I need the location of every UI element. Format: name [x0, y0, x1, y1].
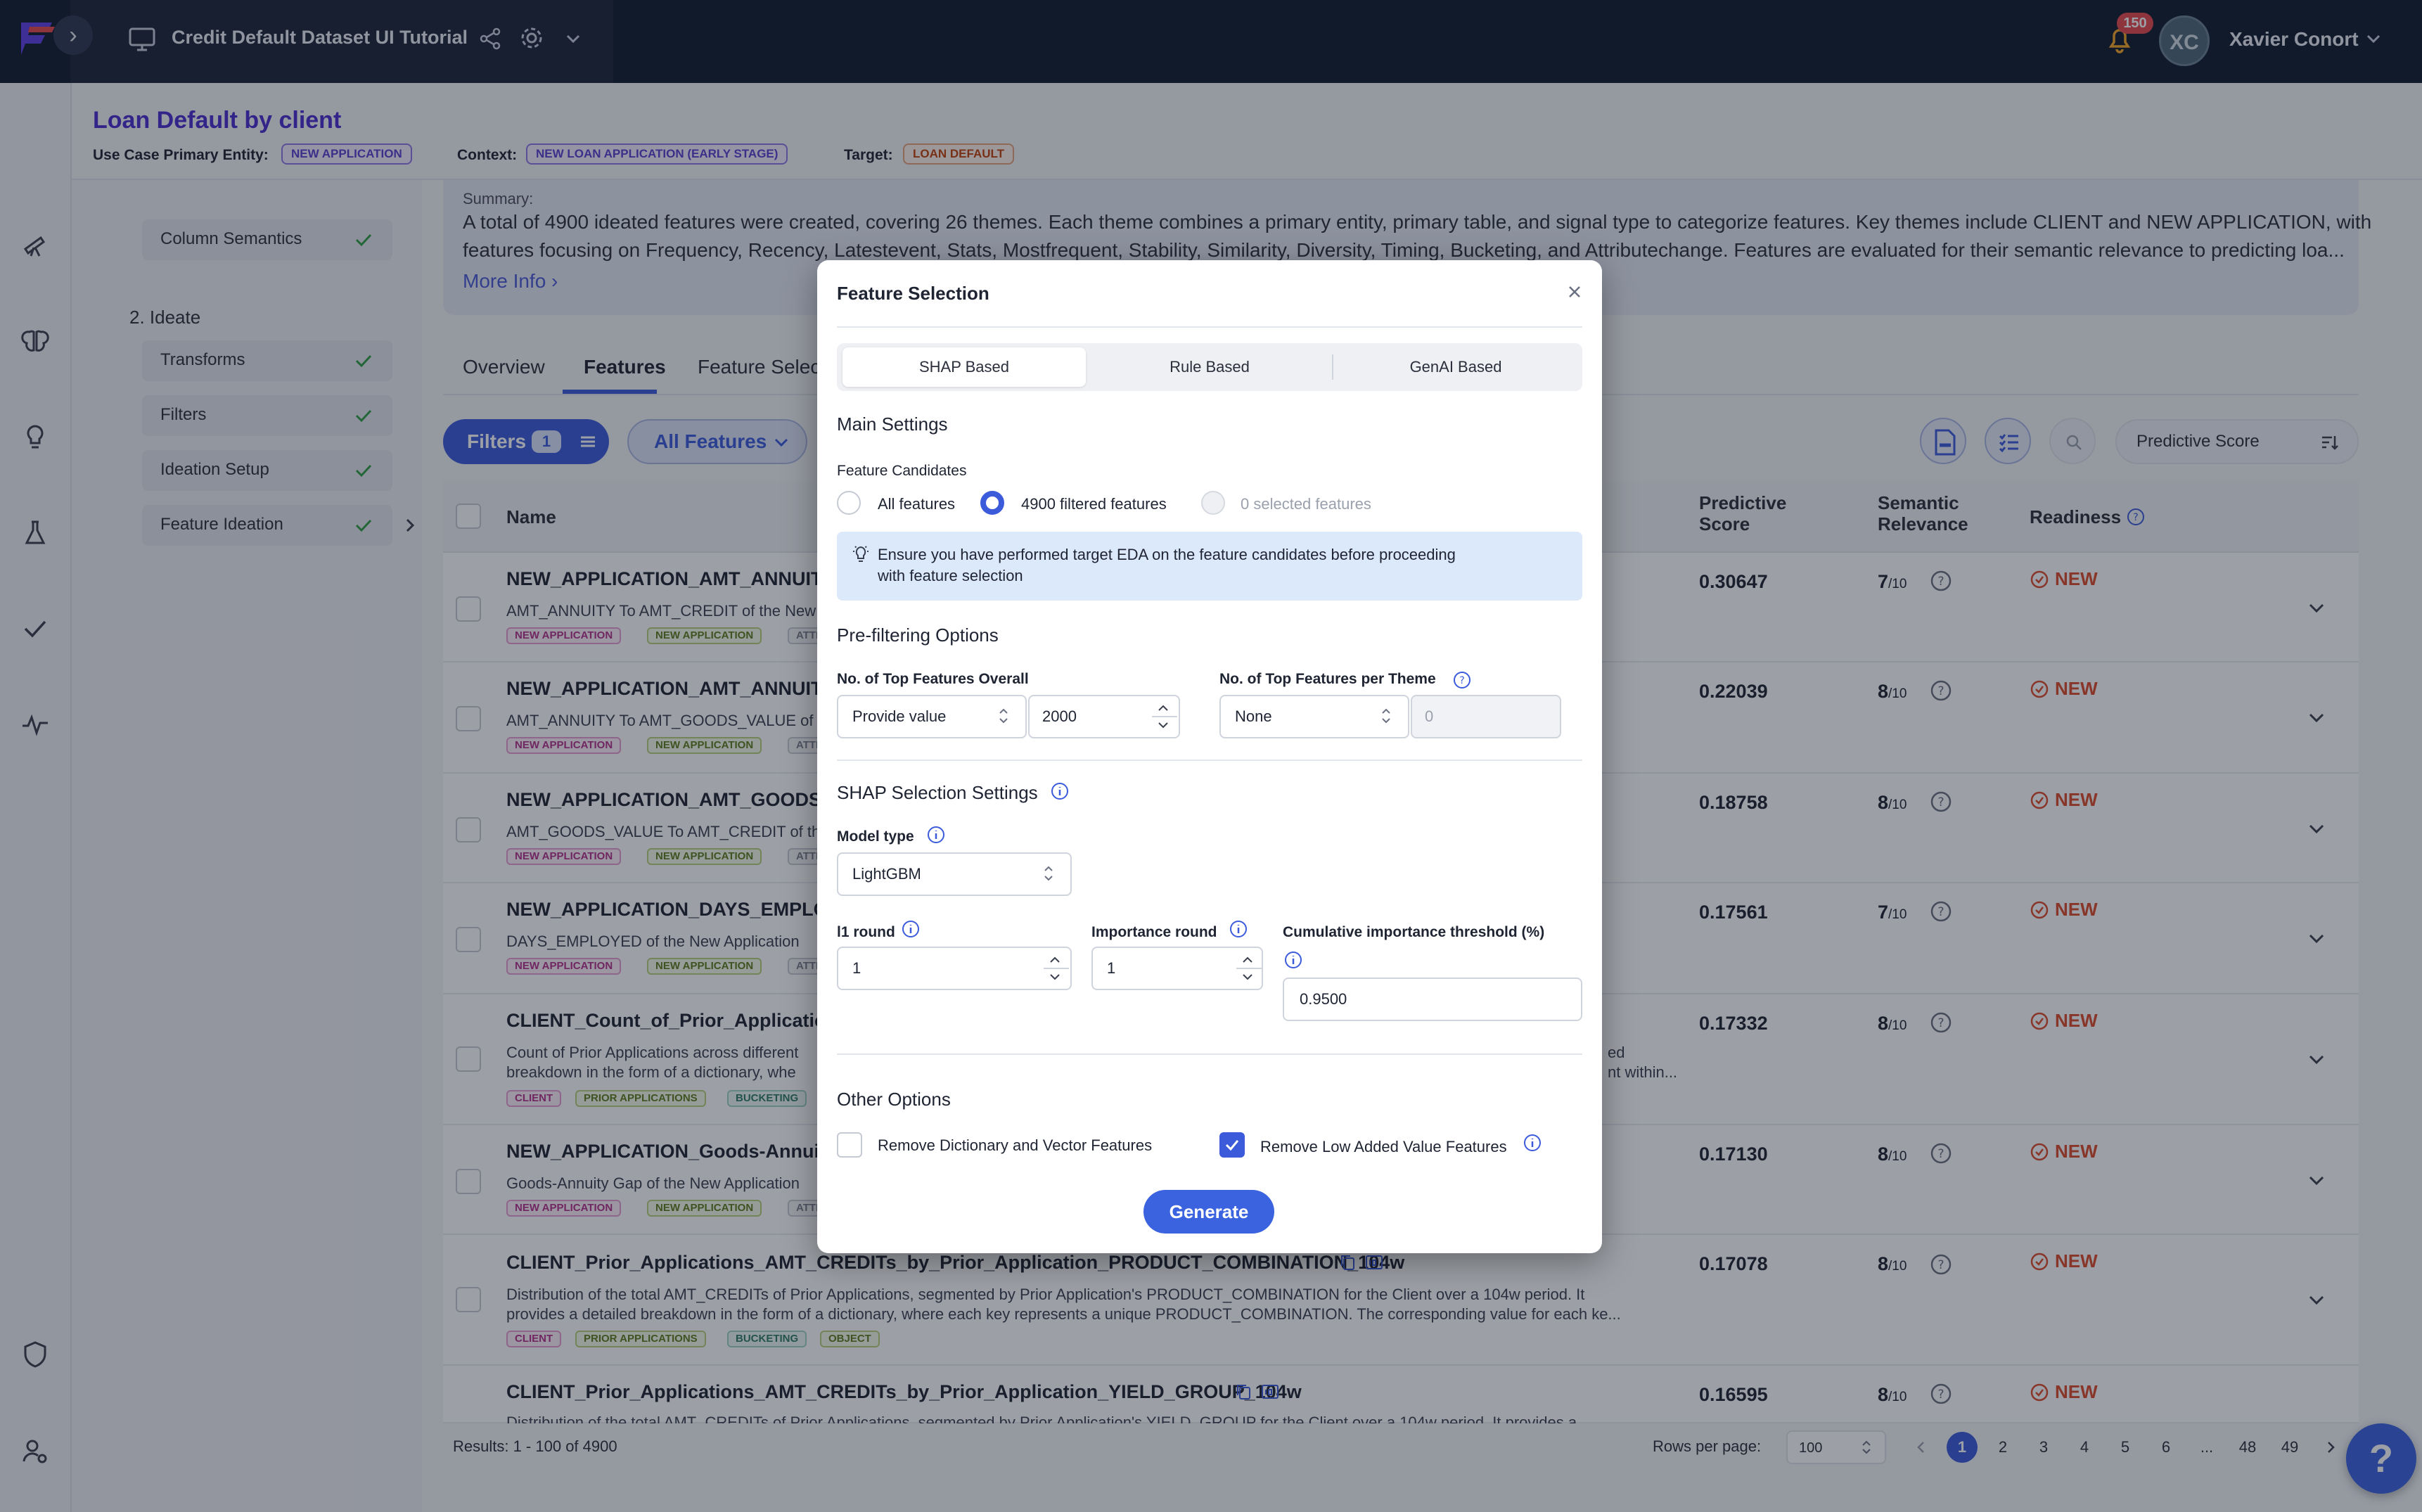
info-callout — [837, 532, 1582, 601]
tab-shap-based[interactable]: SHAP Based — [842, 347, 1086, 387]
modal-title: Feature Selection — [837, 283, 989, 304]
checkbox-label: Remove Dictionary and Vector Features — [878, 1136, 1153, 1154]
divider — [837, 1053, 1582, 1055]
select-value: LightGBM — [852, 865, 921, 883]
generate-button[interactable]: Generate — [1143, 1190, 1274, 1234]
radio-filtered-features[interactable] — [980, 491, 1004, 515]
tab-genai-based[interactable]: GenAI Based — [1335, 347, 1577, 387]
info-icon[interactable] — [927, 826, 945, 844]
input-value: 0.9500 — [1300, 990, 1347, 1008]
info-icon[interactable] — [1284, 951, 1302, 969]
updown-icon — [999, 708, 1008, 724]
info-icon[interactable] — [902, 920, 920, 938]
input-value: 2000 — [1042, 707, 1077, 725]
updown-icon — [1382, 708, 1390, 724]
close-icon[interactable] — [1563, 280, 1587, 304]
importance-round-label: Importance round — [1091, 924, 1217, 940]
cumulative-threshold-label: Cumulative importance threshold (%) — [1283, 924, 1545, 940]
radio-label: All features — [878, 495, 956, 513]
top-features-theme-label: No. of Top Features per Theme — [1219, 671, 1436, 687]
stepper-icon[interactable] — [1234, 947, 1262, 990]
radio-label: 0 selected features — [1241, 495, 1371, 513]
section-other-options: Other Options — [837, 1089, 951, 1110]
info-text: Ensure you have performed target EDA on … — [878, 546, 1456, 563]
info-text: with feature selection — [878, 567, 1023, 584]
divider — [1332, 354, 1333, 380]
svg-text:?: ? — [1459, 675, 1464, 686]
input-value: 0 — [1425, 707, 1434, 725]
divider — [837, 326, 1582, 328]
checkbox-label: Remove Low Added Value Features — [1260, 1138, 1507, 1155]
check-icon — [1225, 1140, 1239, 1151]
radio-all-features[interactable] — [837, 491, 861, 515]
info-icon[interactable] — [1051, 782, 1069, 800]
top-features-overall-label: No. of Top Features Overall — [837, 671, 1029, 687]
section-prefiltering: Pre-filtering Options — [837, 624, 999, 646]
radio-selected-features[interactable] — [1201, 491, 1225, 515]
section-main-settings: Main Settings — [837, 414, 948, 435]
tab-rule-based[interactable]: Rule Based — [1089, 347, 1331, 387]
input-value: 1 — [1107, 959, 1116, 977]
stepper-icon[interactable] — [1041, 947, 1069, 990]
lightbulb-icon — [853, 546, 869, 562]
select-value: Provide value — [852, 707, 947, 725]
model-type-label: Model type — [837, 828, 914, 845]
stepper-icon[interactable] — [1149, 695, 1177, 738]
updown-icon — [1044, 866, 1053, 881]
remove-dict-checkbox[interactable] — [837, 1132, 862, 1158]
radio-label: 4900 filtered features — [1021, 495, 1167, 513]
input-value: 1 — [852, 959, 861, 977]
remove-low-value-checkbox[interactable] — [1219, 1132, 1245, 1158]
info-icon[interactable] — [1523, 1134, 1542, 1152]
section-shap-settings: SHAP Selection Settings — [837, 782, 1038, 803]
info-icon[interactable] — [1229, 920, 1248, 938]
l1-round-label: l1 round — [837, 924, 895, 940]
help-icon[interactable]: ? — [1453, 671, 1471, 689]
divider — [837, 760, 1582, 761]
l1-round-input[interactable] — [837, 947, 1072, 990]
feature-candidates-label: Feature Candidates — [837, 463, 967, 479]
select-value: None — [1235, 707, 1272, 725]
